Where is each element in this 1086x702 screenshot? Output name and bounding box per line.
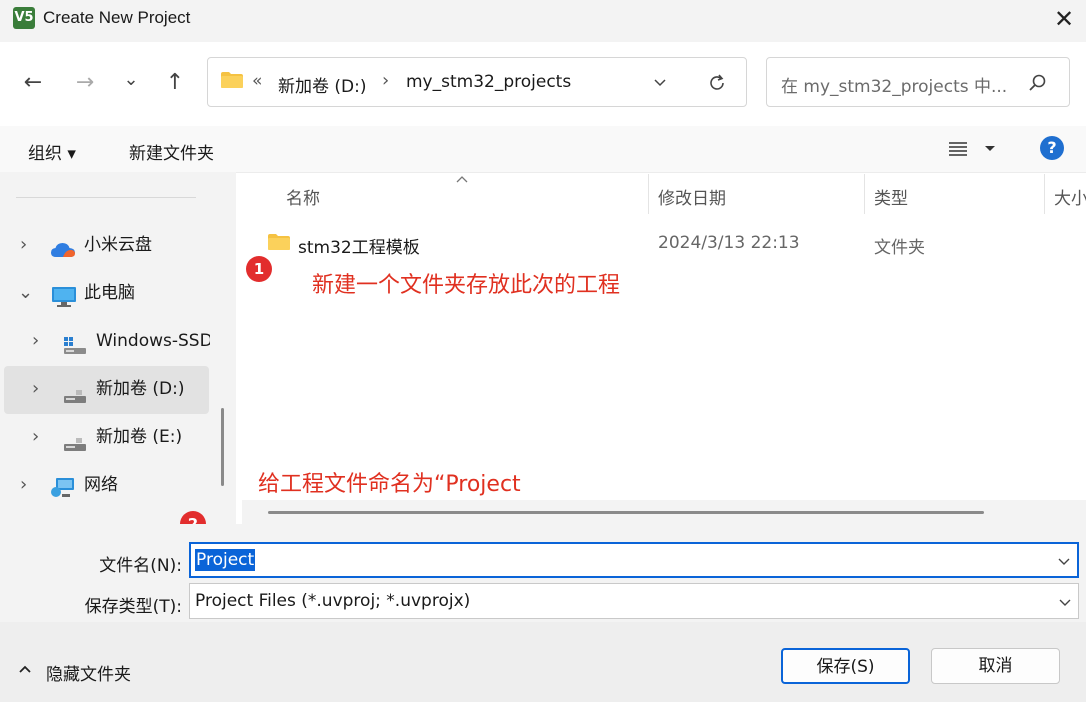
sidebar-item-this-pc[interactable]: ⌄ 此电脑: [0, 273, 230, 313]
folder-icon: [267, 233, 291, 251]
divider: [16, 197, 196, 198]
save-button[interactable]: 保存(S): [781, 648, 910, 684]
annotation-step2: 给工程文件命名为“Project: [258, 472, 521, 497]
column-header-modified[interactable]: 修改日期: [658, 184, 726, 209]
breadcrumb-separator: ›: [382, 70, 390, 91]
table-row[interactable]: stm32工程模板 2024/3/13 22:13 文件夹: [240, 226, 1086, 262]
column-separator[interactable]: [648, 174, 649, 214]
chevron-right-icon[interactable]: ›: [32, 321, 39, 361]
horizontal-scrollbar[interactable]: [242, 500, 1086, 524]
filename-input[interactable]: Project: [195, 549, 256, 571]
footer-bar: [0, 622, 1086, 702]
forward-icon[interactable]: →: [68, 68, 102, 98]
sidebar-item-label: 此电脑: [84, 283, 135, 303]
sidebar-item-network[interactable]: › 网络: [0, 465, 210, 505]
sidebar-item-label: 新加卷 (E:): [96, 427, 183, 447]
scrollbar-thumb[interactable]: [268, 511, 984, 514]
divider: [236, 172, 1086, 173]
chevron-up-icon[interactable]: [16, 660, 34, 678]
refresh-icon[interactable]: [706, 72, 728, 94]
sidebar-item-drive-e[interactable]: › 新加卷 (E:): [0, 417, 210, 457]
back-icon[interactable]: ←: [16, 68, 50, 98]
column-separator[interactable]: [864, 174, 865, 214]
close-icon[interactable]: ✕: [1046, 2, 1082, 36]
chevron-down-icon[interactable]: [650, 72, 670, 92]
annotation-step1: 新建一个文件夹存放此次的工程: [312, 273, 621, 298]
chevron-right-icon[interactable]: ›: [20, 225, 27, 265]
file-type: 文件夹: [874, 238, 925, 258]
chevron-down-icon[interactable]: ⌄: [18, 273, 33, 313]
chevron-right-icon[interactable]: ›: [32, 369, 39, 409]
filetype-select[interactable]: Project Files (*.uvproj; *.uvprojx): [189, 583, 1079, 619]
column-separator[interactable]: [1044, 174, 1045, 214]
chevron-down-icon[interactable]: [1056, 593, 1074, 611]
search-input[interactable]: 在 my_stm32_projects 中...: [781, 72, 1007, 97]
drive-icon: [62, 429, 88, 451]
breadcrumb-folder[interactable]: my_stm32_projects: [406, 72, 571, 92]
file-name[interactable]: stm32工程模板: [298, 233, 420, 258]
up-icon[interactable]: ↑: [158, 68, 192, 98]
chevron-right-icon[interactable]: ›: [20, 465, 27, 505]
sidebar-item-label: Windows-SSD: [96, 331, 210, 351]
filetype-value: Project Files (*.uvproj; *.uvprojx): [195, 591, 471, 611]
filetype-label: 保存类型(T):: [84, 597, 182, 617]
new-folder-button[interactable]: 新建文件夹: [129, 139, 214, 164]
filename-label: 文件名(N):: [99, 556, 182, 576]
column-header-type[interactable]: 类型: [874, 184, 908, 209]
search-box[interactable]: 在 my_stm32_projects 中...: [766, 57, 1070, 107]
drive-icon: [62, 331, 88, 354]
drive-icon: [62, 381, 88, 403]
cloud-icon: [50, 235, 76, 257]
sidebar-scrollbar[interactable]: [221, 408, 224, 486]
app-icon: V5: [13, 7, 35, 29]
filename-field[interactable]: Project: [189, 542, 1079, 578]
search-icon[interactable]: [1027, 72, 1049, 94]
sidebar-item-drive-d[interactable]: › 新加卷 (D:): [0, 369, 210, 409]
column-header-size[interactable]: 大小: [1054, 184, 1086, 209]
sidebar-item-label: 新加卷 (D:): [96, 379, 185, 399]
address-bar[interactable]: « 新加卷 (D:) › my_stm32_projects: [207, 57, 747, 107]
recent-locations-icon[interactable]: ⌄: [114, 68, 148, 98]
step-badge-1: 1: [246, 256, 272, 282]
network-icon: [50, 474, 76, 497]
help-icon[interactable]: ?: [1040, 136, 1064, 160]
window-title: Create New Project: [43, 8, 191, 27]
folder-icon: [220, 71, 244, 89]
chevron-right-icon[interactable]: ›: [32, 417, 39, 457]
sidebar-item-xiaomi-cloud[interactable]: › 小米云盘: [0, 225, 230, 265]
address-overflow[interactable]: «: [252, 71, 262, 91]
sort-ascending-icon[interactable]: [454, 170, 470, 183]
sidebar-item-label: 小米云盘: [84, 235, 152, 255]
cancel-button[interactable]: 取消: [931, 648, 1060, 684]
view-list-icon[interactable]: [946, 138, 970, 160]
organize-menu[interactable]: 组织 ▾: [28, 139, 76, 164]
file-modified: 2024/3/13 22:13: [658, 233, 800, 253]
computer-icon: [51, 283, 77, 307]
breadcrumb-drive[interactable]: 新加卷 (D:): [278, 72, 367, 97]
sidebar-item-windows-ssd[interactable]: › Windows-SSD: [0, 321, 210, 361]
chevron-down-icon[interactable]: [1055, 552, 1073, 570]
sidebar-item-label: 网络: [84, 475, 118, 495]
view-options-dropdown-icon[interactable]: [982, 140, 998, 156]
hide-folders-toggle[interactable]: 隐藏文件夹: [46, 660, 131, 685]
column-header-name[interactable]: 名称: [286, 184, 320, 209]
